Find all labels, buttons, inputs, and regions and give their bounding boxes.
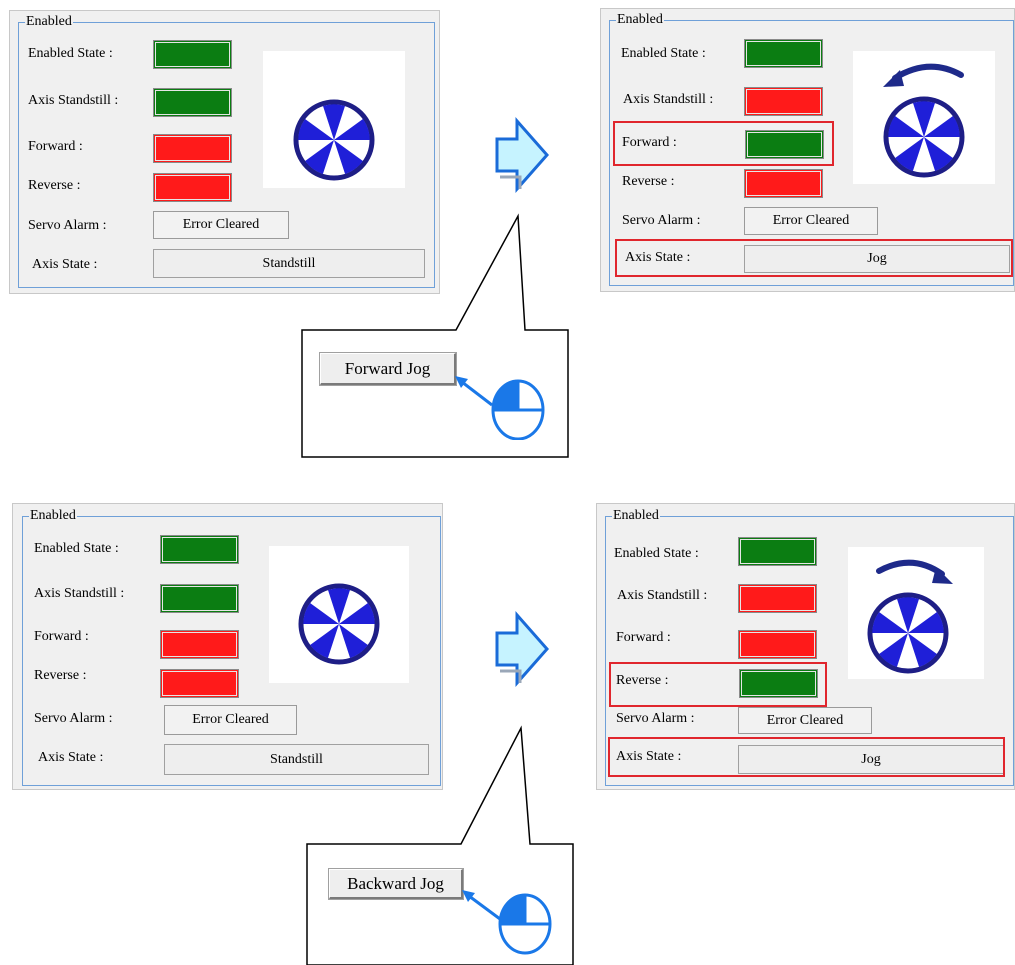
motor-display — [269, 546, 409, 683]
forward-label: Forward : — [616, 630, 671, 645]
axis-standstill-label: Axis Standstill : — [34, 586, 125, 601]
status-panel-4: Enabled Enabled State : Axis Standstill … — [596, 503, 1015, 790]
reverse-indicator — [160, 669, 239, 698]
enabled-state-label: Enabled State : — [621, 46, 706, 61]
motor-display — [848, 547, 984, 679]
enabled-state-label: Enabled State : — [34, 541, 119, 556]
group-legend: Enabled — [25, 14, 73, 30]
forward-highlight — [613, 121, 834, 166]
axis-state-highlight — [615, 239, 1013, 277]
mouse-click-icon — [462, 890, 552, 955]
servo-alarm-label: Servo Alarm : — [622, 213, 701, 228]
motor-wheel-icon — [269, 546, 409, 683]
forward-indicator — [153, 134, 232, 163]
axis-standstill-label: Axis Standstill : — [617, 588, 708, 603]
axis-standstill-label: Axis Standstill : — [28, 93, 119, 108]
axis-state-highlight — [608, 737, 1005, 777]
mouse-click-icon — [455, 376, 545, 440]
enabled-state-label: Enabled State : — [614, 546, 699, 561]
reverse-indicator — [744, 169, 823, 198]
enabled-state-indicator — [738, 537, 817, 566]
enabled-state-indicator — [160, 535, 239, 564]
forward-label: Forward : — [34, 629, 89, 644]
forward-label: Forward : — [28, 139, 83, 154]
motor-wheel-icon — [263, 51, 405, 188]
axis-state-label: Axis State : — [32, 257, 98, 272]
forward-indicator — [738, 630, 817, 659]
enabled-state-indicator — [744, 39, 823, 68]
servo-alarm-value: Error Cleared — [744, 207, 878, 235]
clockwise-arrow-icon — [876, 559, 953, 584]
forward-jog-button[interactable]: Forward Jog — [319, 352, 457, 386]
axis-standstill-indicator — [153, 88, 232, 117]
backward-jog-button[interactable]: Backward Jog — [328, 868, 464, 900]
reverse-label: Reverse : — [28, 178, 81, 193]
right-arrow-icon — [495, 117, 550, 193]
forward-indicator — [160, 630, 239, 659]
right-arrow-icon — [495, 611, 550, 687]
reverse-label: Reverse : — [622, 174, 675, 189]
servo-alarm-label: Servo Alarm : — [34, 711, 113, 726]
reverse-highlight — [609, 662, 827, 707]
enabled-state-indicator — [153, 40, 232, 69]
group-legend: Enabled — [616, 12, 664, 28]
axis-state-label: Axis State : — [38, 750, 104, 765]
reverse-label: Reverse : — [34, 668, 87, 683]
motor-display — [263, 51, 405, 188]
servo-alarm-value: Error Cleared — [153, 211, 289, 239]
servo-alarm-label: Servo Alarm : — [28, 218, 107, 233]
servo-alarm-label: Servo Alarm : — [616, 711, 695, 726]
status-panel-2: Enabled Enabled State : Axis Standstill … — [600, 8, 1015, 292]
enabled-state-label: Enabled State : — [28, 46, 113, 61]
axis-standstill-indicator — [160, 584, 239, 613]
servo-alarm-value: Error Cleared — [164, 705, 297, 735]
axis-standstill-label: Axis Standstill : — [623, 92, 714, 107]
axis-standstill-indicator — [744, 87, 823, 116]
motor-display — [853, 51, 995, 184]
axis-standstill-indicator — [738, 584, 817, 613]
servo-alarm-value: Error Cleared — [738, 707, 872, 734]
group-legend: Enabled — [612, 508, 660, 524]
reverse-indicator — [153, 173, 232, 202]
group-legend: Enabled — [29, 508, 77, 524]
counterclockwise-arrow-icon — [883, 63, 964, 87]
